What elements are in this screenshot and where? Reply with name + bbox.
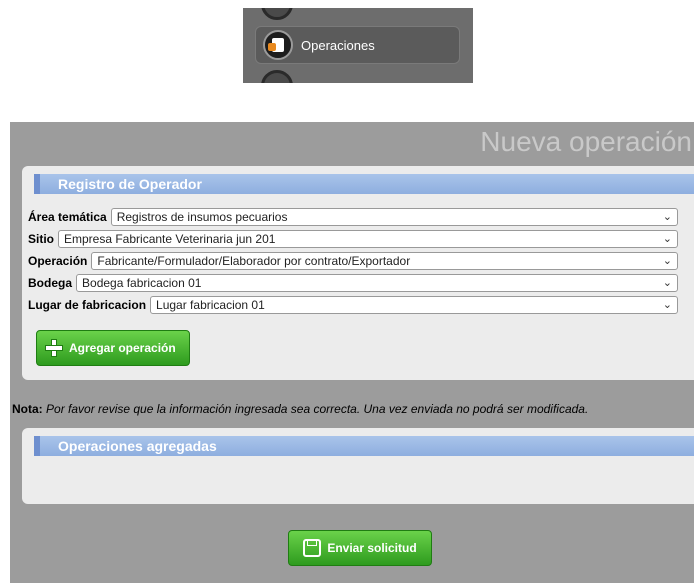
chevron-down-icon: ⌄	[662, 298, 672, 311]
menu-icon-below	[261, 70, 293, 83]
field-operacion: Operación Fabricante/Formulador/Elaborad…	[28, 251, 678, 270]
field-lugar-fabricacion: Lugar de fabricacion Lugar fabricacion 0…	[28, 295, 678, 314]
menu-item-operaciones[interactable]: Operaciones	[255, 26, 460, 64]
chevron-down-icon: ⌄	[662, 254, 672, 267]
note-prefix: Nota:	[12, 402, 43, 416]
chevron-down-icon: ⌄	[662, 232, 672, 245]
field-bodega: Bodega Bodega fabricacion 01 ⌄	[28, 273, 678, 292]
field-label: Bodega	[28, 275, 73, 290]
field-label: Sitio	[28, 231, 54, 246]
select-value: Bodega fabricacion 01	[82, 275, 202, 290]
section-header-agregadas: Operaciones agregadas	[34, 436, 694, 456]
field-area-tematica: Área temática Registros de insumos pecua…	[28, 207, 678, 226]
page-title: Nueva operación	[480, 126, 692, 157]
sitio-select[interactable]: Empresa Fabricante Veterinaria jun 201 ⌄	[58, 229, 678, 248]
bodega-select[interactable]: Bodega fabricacion 01 ⌄	[76, 273, 678, 292]
field-sitio: Sitio Empresa Fabricante Veterinaria jun…	[28, 229, 678, 248]
note-body: Por favor revise que la información ingr…	[46, 402, 589, 416]
select-value: Fabricante/Formulador/Elaborador por con…	[97, 253, 411, 268]
operacion-select[interactable]: Fabricante/Formulador/Elaborador por con…	[91, 251, 678, 270]
chevron-down-icon: ⌄	[662, 210, 672, 223]
field-label: Operación	[28, 253, 88, 268]
section-header-registro: Registro de Operador	[34, 174, 694, 194]
chevron-down-icon: ⌄	[662, 276, 672, 289]
new-operation-panel: Nueva operación Registro de Operador Áre…	[10, 122, 694, 583]
note-text: Nota: Por favor revise que la informació…	[12, 402, 588, 416]
menu-item-label: Operaciones	[301, 37, 375, 53]
operaciones-agregadas-section: Operaciones agregadas	[22, 428, 694, 504]
sidebar-menu: Operaciones	[243, 8, 473, 83]
plus-icon	[45, 339, 63, 357]
submit-request-button[interactable]: Enviar solicitud	[288, 530, 432, 566]
select-value: Lugar fabricacion 01	[156, 297, 265, 312]
add-operation-label: Agregar operación	[69, 341, 176, 355]
field-label: Lugar de fabricacion	[28, 297, 147, 312]
select-value: Empresa Fabricante Veterinaria jun 201	[64, 231, 276, 246]
add-operation-button[interactable]: Agregar operación	[36, 330, 190, 366]
operations-doc-icon	[263, 30, 293, 60]
area-tematica-select[interactable]: Registros de insumos pecuarios ⌄	[110, 207, 678, 226]
submit-label: Enviar solicitud	[327, 541, 417, 555]
save-icon	[303, 539, 322, 557]
select-value: Registros de insumos pecuarios	[116, 209, 288, 224]
lugar-fabricacion-select[interactable]: Lugar fabricacion 01 ⌄	[150, 295, 678, 314]
field-label: Área temática	[28, 209, 107, 224]
menu-icon-above	[261, 8, 293, 20]
